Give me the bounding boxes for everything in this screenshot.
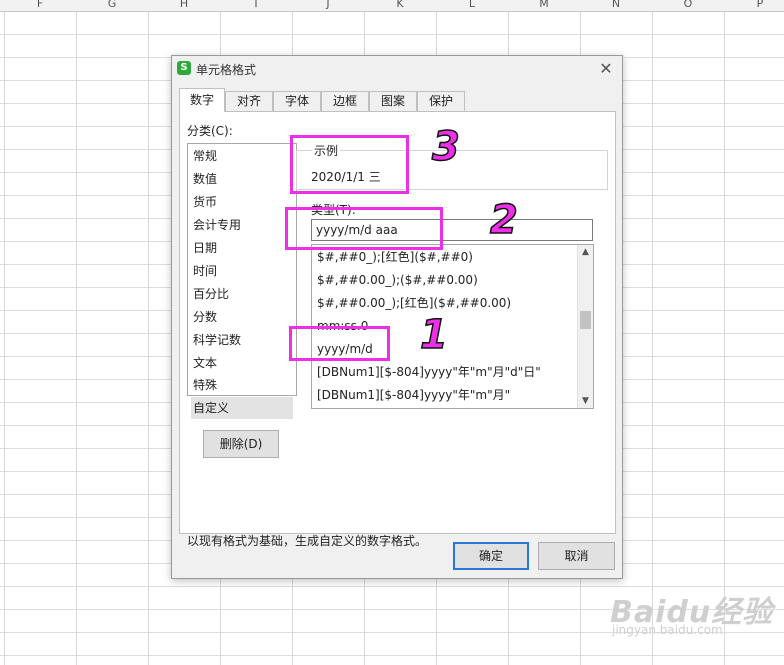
- delete-button[interactable]: 删除(D): [203, 430, 279, 458]
- tab-protection[interactable]: 保护: [417, 91, 465, 111]
- description-text: 以现有格式为基础，生成自定义的数字格式。: [187, 534, 428, 548]
- category-item-number[interactable]: 数值: [191, 168, 293, 190]
- cancel-button[interactable]: 取消: [538, 542, 615, 570]
- column-header-l[interactable]: L: [462, 0, 482, 10]
- category-item-text[interactable]: 文本: [191, 352, 293, 374]
- baidu-watermark: Baidu经验 jingyan.baidu.com: [610, 587, 773, 637]
- category-item-scientific[interactable]: 科学记数: [191, 329, 293, 351]
- ok-button[interactable]: 确定: [453, 542, 529, 570]
- format-item[interactable]: [DBNum1][$-804]yyyy"年"m"月": [317, 384, 575, 406]
- category-item-percentage[interactable]: 百分比: [191, 283, 293, 305]
- category-item-time[interactable]: 时间: [191, 260, 293, 282]
- format-item[interactable]: [DBNum1][$-804]yyyy"年"m"月"d"日": [317, 361, 575, 383]
- column-header-k[interactable]: K: [390, 0, 410, 10]
- column-header-m[interactable]: M: [534, 0, 554, 10]
- dialog-title: 单元格格式: [196, 63, 257, 77]
- format-item[interactable]: $#,##0.00_);[红色]($#,##0.00): [317, 292, 575, 314]
- category-item-general[interactable]: 常规: [191, 145, 293, 167]
- column-header-o[interactable]: O: [678, 0, 698, 10]
- category-item-date[interactable]: 日期: [191, 237, 293, 259]
- column-header-f[interactable]: F: [30, 0, 50, 10]
- format-list-scrollbar[interactable]: ▲ ▼: [577, 245, 593, 408]
- category-item-custom[interactable]: 自定义: [191, 397, 293, 419]
- annotation-box-2: [285, 207, 443, 250]
- tab-number[interactable]: 数字: [179, 88, 225, 112]
- annotation-number-1: 1: [419, 311, 448, 359]
- annotation-box-1: [289, 326, 390, 361]
- dialog-titlebar[interactable]: S 单元格格式 ✕: [172, 56, 622, 82]
- close-icon[interactable]: ✕: [596, 59, 616, 79]
- scrollbar-thumb[interactable]: [580, 311, 591, 329]
- column-header-g[interactable]: G: [102, 0, 122, 10]
- annotation-number-3: 3: [431, 123, 460, 171]
- category-list[interactable]: 常规 数值 货币 会计专用 日期 时间 百分比 分数 科学记数 文本 特殊: [187, 143, 297, 396]
- category-item-accounting[interactable]: 会计专用: [191, 214, 293, 236]
- tab-pattern[interactable]: 图案: [369, 91, 417, 111]
- format-item[interactable]: $#,##0.00_);($#,##0.00): [317, 269, 575, 291]
- column-header-h[interactable]: H: [174, 0, 194, 10]
- column-header-j[interactable]: J: [318, 0, 338, 10]
- watermark-sub: jingyan.baidu.com: [612, 623, 723, 637]
- category-item-fraction[interactable]: 分数: [191, 306, 293, 328]
- chevron-down-icon[interactable]: ▼: [578, 394, 593, 408]
- column-header-p[interactable]: P: [750, 0, 770, 10]
- column-header-bar: F G H I J K L M N O P: [0, 0, 784, 12]
- chevron-up-icon[interactable]: ▲: [578, 245, 593, 259]
- tab-border[interactable]: 边框: [321, 91, 369, 111]
- format-cells-dialog: S 单元格格式 ✕ 数字 对齐 字体 边框 图案 保护 分类(C): 常规 数值…: [171, 55, 623, 579]
- wps-spreadsheet-icon: S: [177, 61, 191, 75]
- column-header-i[interactable]: I: [246, 0, 266, 10]
- annotation-box-3: [290, 135, 409, 194]
- tab-font[interactable]: 字体: [273, 91, 321, 111]
- category-item-currency[interactable]: 货币: [191, 191, 293, 213]
- tab-alignment[interactable]: 对齐: [225, 91, 273, 111]
- category-item-special[interactable]: 特殊: [191, 375, 293, 395]
- annotation-number-2: 2: [489, 196, 518, 244]
- column-header-n[interactable]: N: [606, 0, 626, 10]
- category-label: 分类(C):: [187, 124, 233, 138]
